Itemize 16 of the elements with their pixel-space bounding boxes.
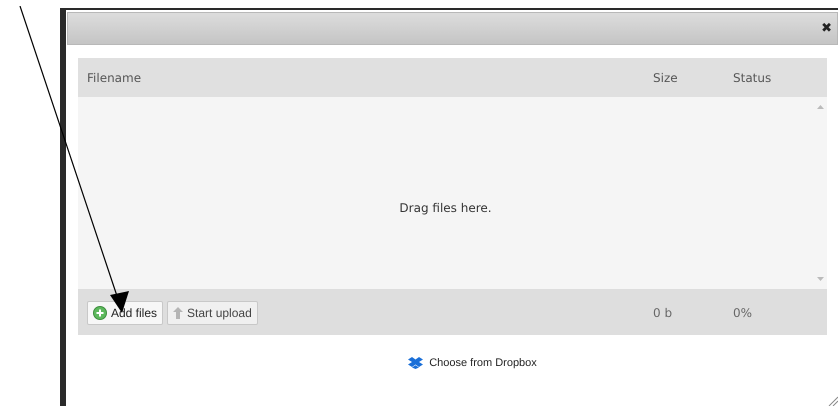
- scroll-down-icon[interactable]: [816, 277, 824, 281]
- drop-zone[interactable]: Drag files here.: [78, 97, 827, 290]
- scroll-up-icon[interactable]: [816, 105, 824, 109]
- plus-icon: [93, 306, 107, 320]
- column-header: Status: [733, 70, 772, 86]
- up-arrow-icon: [173, 306, 184, 318]
- close-button[interactable]: ✖: [819, 22, 834, 35]
- total-size: 0 b: [653, 304, 674, 322]
- resize-grip-icon[interactable]: [828, 396, 838, 406]
- dropbox-icon: [408, 357, 424, 370]
- dropbox-link[interactable]: Choose from Dropbox: [408, 355, 537, 372]
- column-header: Size: [653, 70, 679, 86]
- drop-hint: Drag files here.: [399, 200, 492, 217]
- add-files-button[interactable]: Add files: [87, 300, 164, 324]
- total-status: 0%: [733, 304, 754, 322]
- column-header: Filename: [86, 70, 142, 86]
